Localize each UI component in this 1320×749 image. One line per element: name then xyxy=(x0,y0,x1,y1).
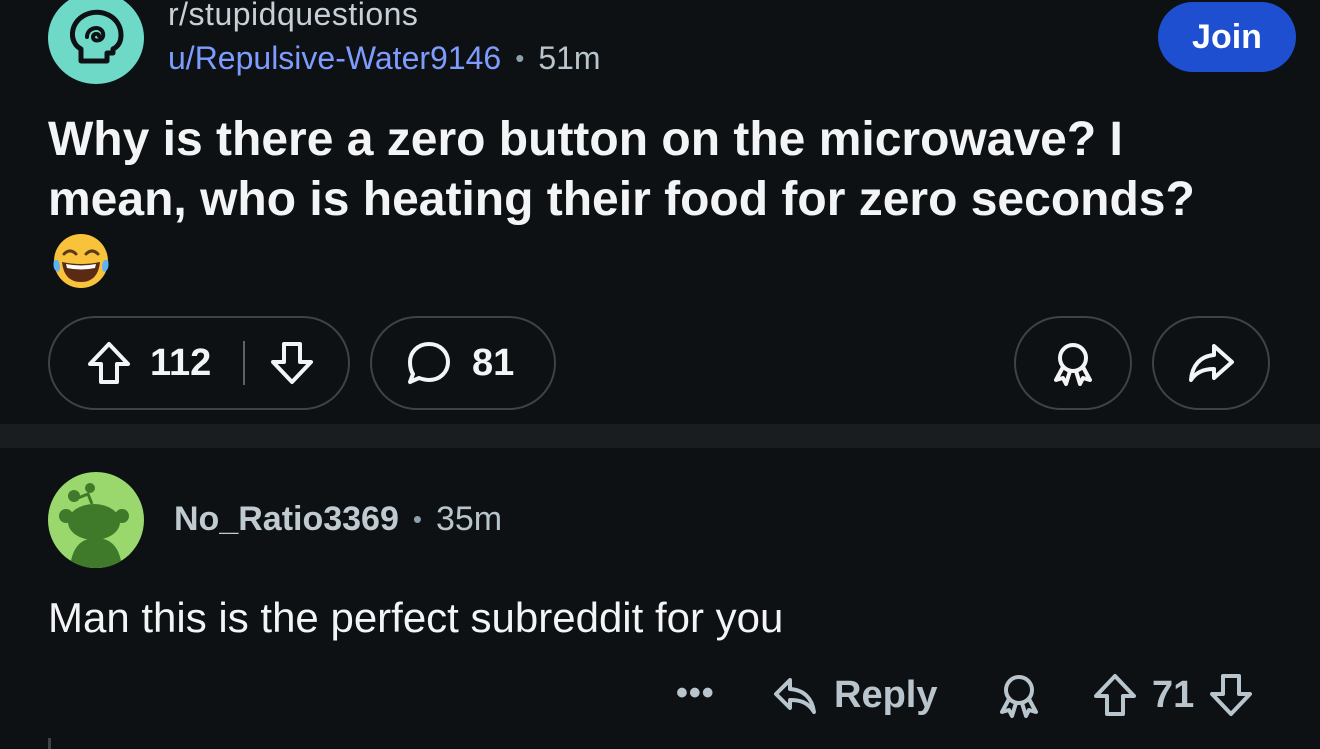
avatar[interactable] xyxy=(48,472,144,568)
upvote-icon[interactable] xyxy=(84,338,134,388)
award-icon xyxy=(1000,675,1038,718)
share-button[interactable] xyxy=(1152,316,1270,410)
reply-arrow-icon xyxy=(774,678,816,714)
post-author-link[interactable]: u/Repulsive-Water9146 xyxy=(168,40,501,77)
downvote-icon[interactable] xyxy=(1206,670,1256,720)
comment-meta: No_Ratio3369 • 35m xyxy=(174,500,502,539)
comment-bubble-icon xyxy=(408,342,450,384)
vote-bar: 112 xyxy=(48,316,350,410)
vote-divider xyxy=(243,341,246,385)
comments-button[interactable]: 81 xyxy=(370,316,556,410)
post-card: r/stupidquestions u/Repulsive-Water9146 … xyxy=(0,0,1320,424)
meta-separator: • xyxy=(515,43,525,73)
comment-author[interactable]: No_Ratio3369 xyxy=(174,500,399,539)
post-time: 51m xyxy=(538,40,601,76)
comment-count: 81 xyxy=(472,341,515,384)
subreddit-name[interactable]: r/stupidquestions xyxy=(168,0,418,33)
award-button[interactable] xyxy=(1014,316,1132,410)
comment-vote-bar: 71 xyxy=(1090,660,1256,730)
comment-body: Man this is the perfect subreddit for yo… xyxy=(48,594,784,641)
brain-icon xyxy=(70,9,124,64)
section-divider xyxy=(0,424,1320,448)
reply-button[interactable]: Reply xyxy=(770,660,937,730)
meta-separator: • xyxy=(412,504,422,534)
award-icon xyxy=(1054,343,1092,386)
comment-score: 71 xyxy=(1152,673,1195,716)
comment-time: 35m xyxy=(435,500,503,538)
post-meta: u/Repulsive-Water9146 • 51m xyxy=(168,40,601,77)
share-icon xyxy=(1189,344,1234,382)
laughing-emoji-icon xyxy=(53,234,109,288)
upvote-icon[interactable] xyxy=(1090,670,1140,720)
more-options-button[interactable]: ••• xyxy=(676,674,715,713)
post-title[interactable]: Why is there a zero button on the microw… xyxy=(48,110,1268,230)
upvote-count: 112 xyxy=(150,341,212,384)
join-button[interactable]: Join xyxy=(1158,2,1296,72)
thread-line xyxy=(48,738,51,749)
reply-label: Reply xyxy=(834,673,938,716)
downvote-icon[interactable] xyxy=(267,338,317,388)
subreddit-avatar[interactable] xyxy=(48,0,144,84)
comment-award-button[interactable] xyxy=(994,660,1044,730)
comment-card: No_Ratio3369 • 35m Man this is the perfe… xyxy=(0,448,1320,749)
snoo-icon xyxy=(59,483,129,568)
